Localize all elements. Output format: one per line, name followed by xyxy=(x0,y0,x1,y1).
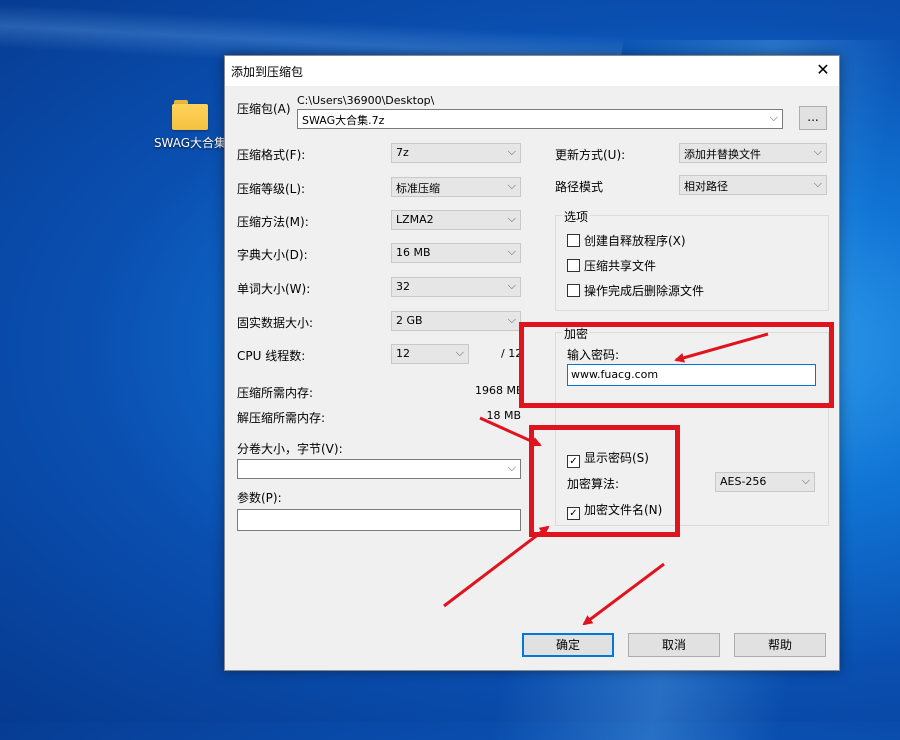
password-label: 输入密码: xyxy=(567,348,620,362)
cpu-value: 12 xyxy=(396,347,410,360)
level-value: 标准压缩 xyxy=(396,182,440,195)
solid-label: 固实数据大小: xyxy=(237,316,314,330)
algorithm-combo[interactable]: AES-256 ⌵ xyxy=(715,472,815,492)
encrypt-names-checkbox[interactable]: ✓ 加密文件名(N) xyxy=(567,501,662,520)
path-mode-value: 相对路径 xyxy=(684,180,728,193)
method-label: 压缩方法(M): xyxy=(237,215,309,229)
add-to-archive-dialog: 添加到压缩包 ✕ 压缩包(A) C:\Users\36900\Desktop\ … xyxy=(224,55,840,671)
chevron-down-icon: ⌵ xyxy=(507,245,516,258)
option-delete-label: 操作完成后删除源文件 xyxy=(584,284,705,298)
dialog-title: 添加到压缩包 xyxy=(231,65,304,79)
level-combo[interactable]: 标准压缩 ⌵ xyxy=(391,177,521,197)
update-value: 添加并替换文件 xyxy=(684,148,761,161)
mem-compress-label: 压缩所需内存: xyxy=(237,386,314,400)
chevron-down-icon: ⌵ xyxy=(507,145,516,158)
options-title: 选项 xyxy=(562,208,591,225)
mem-decompress-label: 解压缩所需内存: xyxy=(237,411,326,425)
archive-path: C:\Users\36900\Desktop\ xyxy=(297,94,435,107)
format-label: 压缩格式(F): xyxy=(237,148,306,162)
format-combo[interactable]: 7z ⌵ xyxy=(391,143,521,163)
browse-button[interactable]: ... xyxy=(799,106,827,130)
password-value: www.fuacg.com xyxy=(571,368,659,381)
chevron-down-icon: ⌵ xyxy=(769,111,778,124)
title-bar: 添加到压缩包 ✕ xyxy=(225,56,839,86)
option-sfx-checkbox[interactable]: 创建自释放程序(X) xyxy=(567,232,686,249)
params-label: 参数(P): xyxy=(237,491,282,505)
chevron-down-icon: ⌵ xyxy=(813,145,822,158)
desktop-folder-icon[interactable]: SWAG大合集 xyxy=(150,100,230,151)
chevron-down-icon: ⌵ xyxy=(507,461,516,474)
algorithm-label: 加密算法: xyxy=(567,477,620,491)
checkbox-icon xyxy=(567,259,580,272)
cpu-combo[interactable]: 12 ⌵ xyxy=(391,344,469,364)
method-combo[interactable]: LZMA2 ⌵ xyxy=(391,210,521,230)
update-combo[interactable]: 添加并替换文件 ⌵ xyxy=(679,143,827,163)
close-icon: ✕ xyxy=(816,60,830,79)
solid-value: 2 GB xyxy=(396,314,423,327)
word-value: 32 xyxy=(396,280,410,293)
dict-value: 16 MB xyxy=(396,246,431,259)
archive-label: 压缩包(A) xyxy=(237,102,291,116)
format-value: 7z xyxy=(396,146,409,159)
mem-decompress-value: 18 MB xyxy=(486,409,521,422)
check-icon: ✓ xyxy=(567,507,580,520)
chevron-down-icon: ⌵ xyxy=(507,212,516,225)
archive-name-combo[interactable]: SWAG大合集.7z ⌵ xyxy=(297,109,783,129)
dict-combo[interactable]: 16 MB ⌵ xyxy=(391,243,521,263)
path-mode-combo[interactable]: 相对路径 ⌵ xyxy=(679,175,827,195)
params-input[interactable] xyxy=(237,509,521,531)
cpu-max: / 12 xyxy=(501,347,523,360)
volume-combo[interactable]: ⌵ xyxy=(237,459,521,479)
checkbox-icon xyxy=(567,234,580,247)
option-delete-checkbox[interactable]: 操作完成后删除源文件 xyxy=(567,282,704,299)
chevron-down-icon: ⌵ xyxy=(507,313,516,326)
encryption-title: 加密 xyxy=(562,325,591,342)
folder-icon xyxy=(172,100,208,130)
ok-button[interactable]: 确定 xyxy=(522,633,614,657)
chevron-down-icon: ⌵ xyxy=(801,474,810,487)
option-shared-label: 压缩共享文件 xyxy=(584,259,657,273)
cpu-label: CPU 线程数: xyxy=(237,349,306,363)
password-input[interactable]: www.fuacg.com xyxy=(567,364,816,386)
chevron-down-icon: ⌵ xyxy=(507,279,516,292)
cancel-button[interactable]: 取消 xyxy=(628,633,720,657)
dict-label: 字典大小(D): xyxy=(237,248,308,262)
chevron-down-icon: ⌵ xyxy=(813,177,822,190)
solid-combo[interactable]: 2 GB ⌵ xyxy=(391,311,521,331)
method-value: LZMA2 xyxy=(396,213,434,226)
path-mode-label: 路径模式 xyxy=(555,180,604,194)
word-label: 单词大小(W): xyxy=(237,282,311,296)
algorithm-value: AES-256 xyxy=(720,475,767,488)
archive-name-value: SWAG大合集.7z xyxy=(302,114,385,127)
volume-label: 分卷大小，字节(V): xyxy=(237,442,343,456)
option-sfx-label: 创建自释放程序(X) xyxy=(584,234,686,248)
help-button[interactable]: 帮助 xyxy=(734,633,826,657)
check-icon: ✓ xyxy=(567,455,580,468)
level-label: 压缩等级(L): xyxy=(237,182,306,196)
word-combo[interactable]: 32 ⌵ xyxy=(391,277,521,297)
chevron-down-icon: ⌵ xyxy=(455,346,464,359)
show-password-label: 显示密码(S) xyxy=(584,451,649,465)
mem-compress-value: 1968 MB xyxy=(475,384,524,397)
option-shared-checkbox[interactable]: 压缩共享文件 xyxy=(567,257,656,274)
show-password-checkbox[interactable]: ✓ 显示密码(S) xyxy=(567,449,649,468)
desktop-icon-label: SWAG大合集 xyxy=(153,136,227,150)
chevron-down-icon: ⌵ xyxy=(507,179,516,192)
close-button[interactable]: ✕ xyxy=(807,56,839,86)
encrypt-names-label: 加密文件名(N) xyxy=(584,503,663,517)
update-label: 更新方式(U): xyxy=(555,148,626,162)
checkbox-icon xyxy=(567,284,580,297)
